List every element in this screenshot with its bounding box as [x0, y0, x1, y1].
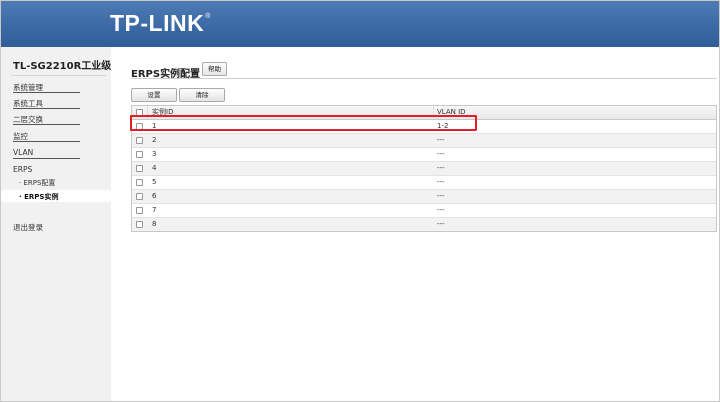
sidebar-item-underline [13, 108, 80, 109]
set-button[interactable]: 设置 [131, 88, 177, 102]
row-checkbox[interactable] [136, 165, 143, 172]
cell-vlan-id: --- [437, 192, 445, 200]
device-model: TL-SG2210R工业级 [13, 61, 112, 72]
row-checkbox[interactable] [136, 221, 143, 228]
top-header-bar: TP-LINK® [1, 1, 719, 47]
sidebar-item-underline [13, 92, 80, 93]
cell-vlan-id: --- [437, 206, 445, 214]
sidebar-divider [11, 75, 106, 76]
help-button[interactable]: 帮助 [202, 62, 227, 76]
sidebar-item-erps[interactable]: ERPS [13, 165, 32, 174]
cell-instance-id: 4 [152, 164, 157, 172]
table-row[interactable]: 5 --- [132, 176, 716, 190]
sidebar: TL-SG2210R工业级 系统管理 系统工具 二层交换 监控 VLAN ERP… [1, 47, 111, 401]
row-checkbox[interactable] [136, 151, 143, 158]
table-row[interactable]: 6 --- [132, 190, 716, 204]
sidebar-item-underline [13, 141, 80, 142]
sidebar-subitem-erps-config[interactable]: · ERPS配置 [19, 178, 55, 188]
cell-vlan-id: --- [437, 136, 445, 144]
sidebar-subitem-erps-instance[interactable]: · ERPS实例 [19, 192, 58, 202]
sidebar-item-vlan[interactable]: VLAN [13, 148, 33, 157]
cell-instance-id: 5 [152, 178, 157, 186]
sidebar-item-underline [13, 124, 80, 125]
table-row[interactable]: 3 --- [132, 148, 716, 162]
logout-link[interactable]: 退出登录 [13, 222, 43, 233]
title-divider [131, 78, 717, 79]
cell-vlan-id: --- [437, 178, 445, 186]
table-row[interactable]: 7 --- [132, 204, 716, 218]
clear-button[interactable]: 清除 [179, 88, 225, 102]
table-row[interactable]: 4 --- [132, 162, 716, 176]
cell-instance-id: 7 [152, 206, 157, 214]
row-checkbox[interactable] [136, 193, 143, 200]
main-content: ERPS实例配置 帮助 设置 清除 实例ID VLAN ID 1 1-2 2 -… [111, 47, 719, 401]
cell-instance-id: 6 [152, 192, 157, 200]
cell-vlan-id: --- [437, 150, 445, 158]
row-checkbox[interactable] [136, 137, 143, 144]
cell-vlan-id: --- [437, 220, 445, 228]
highlight-annotation-box [130, 115, 477, 131]
cell-vlan-id: --- [437, 164, 445, 172]
cell-instance-id: 8 [152, 220, 157, 228]
row-checkbox[interactable] [136, 207, 143, 214]
table-row[interactable]: 8 --- [132, 218, 716, 231]
cell-instance-id: 3 [152, 150, 157, 158]
row-checkbox[interactable] [136, 179, 143, 186]
tp-link-logo: TP-LINK® [110, 10, 211, 36]
table-row[interactable]: 2 --- [132, 134, 716, 148]
sidebar-item-underline [13, 158, 80, 159]
cell-instance-id: 2 [152, 136, 157, 144]
